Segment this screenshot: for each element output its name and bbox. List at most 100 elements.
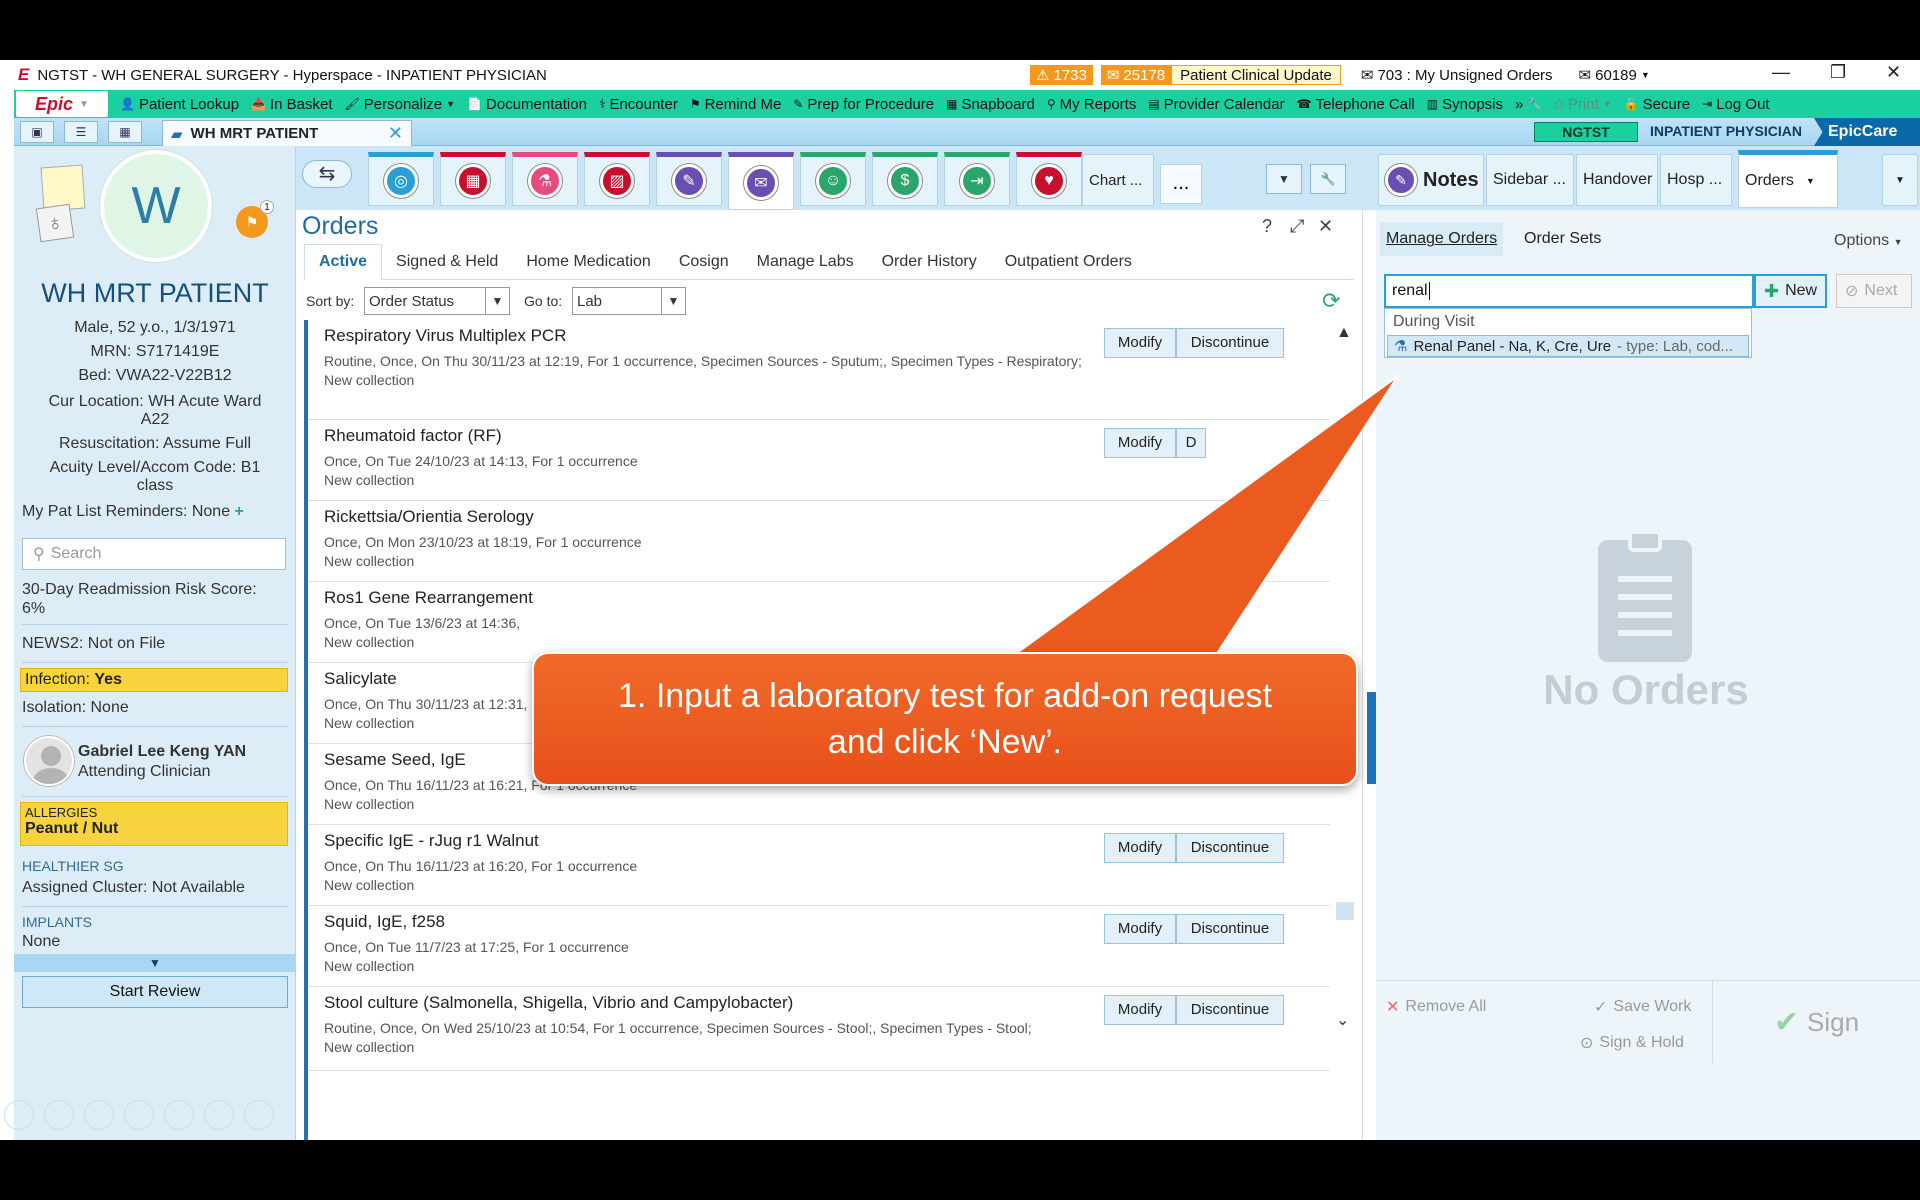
discontinue-button[interactable]: Discontinue [1176,833,1284,863]
allergies-banner[interactable]: ALLERGIES Peanut / Nut [20,802,288,846]
menu-in-basket[interactable]: 📥 In Basket [251,96,333,113]
patient-name[interactable]: WH MRT PATIENT [14,278,296,309]
tab-cosign[interactable]: Cosign [665,253,743,279]
message-count-badge[interactable]: ✉ 25178 [1100,65,1172,85]
menu-documentation[interactable]: 📄 Documentation [467,96,587,113]
infection-banner[interactable]: Infection: Yes [20,668,288,692]
sidebar-tab-handover[interactable]: Handover [1576,154,1658,206]
activity-tab-patient-station[interactable]: ☺ [800,152,866,206]
inbasket-count-link[interactable]: ✉ 60189 ▼ [1579,66,1650,85]
back-forward-icon[interactable]: ⇆ [302,160,352,188]
order-row[interactable]: Respiratory Virus Multiplex PCR Routine,… [308,320,1330,420]
activity-tab-notes[interactable]: ✎ [656,152,722,206]
order-row[interactable]: Rheumatoid factor (RF) Once, On Tue 24/1… [308,420,1330,501]
sign-button[interactable]: ✔ Sign [1712,981,1920,1063]
activity-tab-billing[interactable]: $ [872,152,938,206]
dropdown-option-renal-panel[interactable]: ⚗ Renal Panel - Na, K, Cre, Ure - type: … [1387,335,1749,357]
tab-manage-orders[interactable]: Manage Orders [1380,222,1504,256]
menu-my-reports[interactable]: ⚲ My Reports [1047,96,1136,113]
sort-select[interactable]: Order Status ▼ [364,287,510,315]
menu-synopsis[interactable]: ▥ Synopsis [1427,96,1503,113]
sidebar-tab-hosp[interactable]: Hosp ... [1660,154,1732,206]
order-row[interactable]: Specific IgE - rJug r1 Walnut Once, On T… [308,825,1330,906]
menu-secure[interactable]: 🔒 Secure [1624,96,1690,113]
sidebar-tab-notes[interactable]: ✎ Notes [1378,154,1484,206]
remove-all-button[interactable]: ✕ Remove All [1386,997,1486,1017]
menu-snapboard[interactable]: ▦ Snapboard [946,96,1035,113]
tab-active[interactable]: Active [304,244,383,280]
help-icon[interactable]: ? [1262,216,1272,237]
more-options-icon[interactable] [244,1100,274,1130]
sidebar-tab-sidebar[interactable]: Sidebar ... [1486,154,1574,206]
order-row[interactable]: Stool culture (Salmonella, Shigella, Vib… [308,987,1330,1071]
schedule-icon[interactable]: ▦ [108,121,142,143]
discontinue-button[interactable]: Discontinue [1176,995,1284,1025]
scroll-thumb[interactable] [1336,902,1354,920]
plus-icon[interactable]: + [235,503,244,520]
wrench-icon[interactable]: 🔧 [1310,164,1346,194]
discontinue-button-partial[interactable]: D [1176,428,1206,458]
goto-select[interactable]: Lab ▼ [572,287,686,315]
modify-button[interactable]: Modify [1104,428,1176,458]
pen-icon[interactable] [84,1100,114,1130]
fyi-flag-icon[interactable]: ⚑ 1 [236,200,274,238]
expand-icon[interactable]: ⤢ [1290,216,1304,237]
modify-button[interactable]: Modify [1104,914,1176,944]
activity-tab-chart-review[interactable]: ◎ [368,152,434,206]
dashboard-icon[interactable]: ▣ [20,121,54,143]
menu-personalize[interactable]: 🖌 Personalize ▼ [345,96,456,113]
menu-encounter[interactable]: ⚕ Encounter [599,96,678,113]
menu-prep-procedure[interactable]: ✎ Prep for Procedure [793,96,934,113]
tab-order-history[interactable]: Order History [868,253,991,279]
stethoscope-icon[interactable]: ♁ [35,203,75,243]
unsigned-orders-link[interactable]: ✉ 703 : My Unsigned Orders [1361,66,1553,85]
refresh-icon[interactable]: ⟳ [1322,288,1340,314]
more-activities-button[interactable]: ... [1160,164,1202,204]
start-review-button[interactable]: Start Review [22,976,288,1008]
activity-tab-vitals[interactable]: ♥ [1016,152,1082,206]
modify-button[interactable]: Modify [1104,833,1176,863]
epic-menu-button[interactable]: Epic ▼ [16,91,108,117]
tab-outpatient-orders[interactable]: Outpatient Orders [991,253,1146,279]
options-menu[interactable]: Options ▼ [1834,232,1903,250]
tab-dropdown-icon[interactable]: ▼ [1266,164,1302,194]
slides-icon[interactable] [164,1100,194,1130]
order-row[interactable]: Squid, IgE, f258 Once, On Tue 11/7/23 at… [308,906,1330,987]
activity-tab-flowsheets[interactable]: ▨ [584,152,650,206]
order-search-input[interactable]: renal [1384,274,1754,308]
pat-list-reminders[interactable]: My Pat List Reminders: None + [22,502,292,521]
close-tab-icon[interactable]: ✕ [388,123,403,144]
activity-tab-summary[interactable]: ▦ [440,152,506,206]
play-icon[interactable] [44,1100,74,1130]
restore-icon[interactable]: ❐ [1830,62,1846,83]
scroll-up-icon[interactable]: ▲ [1336,324,1352,342]
tab-manage-labs[interactable]: Manage Labs [743,253,868,279]
activity-tab-results[interactable]: ⚗ [512,152,578,206]
discontinue-button[interactable]: Discontinue [1176,328,1284,358]
close-window-icon[interactable]: ✕ [1886,62,1901,83]
activity-tab-discharge[interactable]: ⇥ [944,152,1010,206]
prev-slide-icon[interactable] [4,1100,34,1130]
discontinue-button-partial[interactable]: nue [1238,509,1284,539]
scroll-down-icon[interactable]: ⌄ [1336,1010,1349,1030]
next-button[interactable]: ⊘ Next [1836,274,1912,308]
sidebar-more-icon[interactable]: ▼ [1882,154,1918,206]
patient-list-icon[interactable]: ☰ [64,121,98,143]
sidebar-tab-orders[interactable]: Orders ▼ [1738,150,1838,208]
screen-icon[interactable] [204,1100,234,1130]
sidebar-collapse-icon[interactable]: ▼ [14,954,296,972]
menu-log-out[interactable]: ⇥ Log Out [1702,96,1769,113]
save-work-button[interactable]: ✓ Save Work [1594,997,1691,1017]
menu-print[interactable]: ⎙ Print ▼ [1554,96,1611,113]
tab-order-sets[interactable]: Order Sets [1524,230,1601,248]
activity-tab-orders[interactable]: ✉ [728,152,794,210]
tab-signed-held[interactable]: Signed & Held [382,253,512,279]
minimize-icon[interactable]: — [1772,62,1790,83]
order-row[interactable]: Ros1 Gene Rearrangement Once, On Tue 13/… [308,582,1330,663]
activity-tab-chart-more[interactable]: Chart ... [1082,154,1154,206]
modify-button[interactable]: Modify [1104,328,1176,358]
workspace-tab-patient[interactable]: ▰ WH MRT PATIENT ✕ [162,120,412,146]
menu-patient-lookup[interactable]: 👤 Patient Lookup [120,96,239,113]
sidebar-search-input[interactable]: ⚲ Search [22,538,286,570]
zoom-icon[interactable] [124,1100,154,1130]
